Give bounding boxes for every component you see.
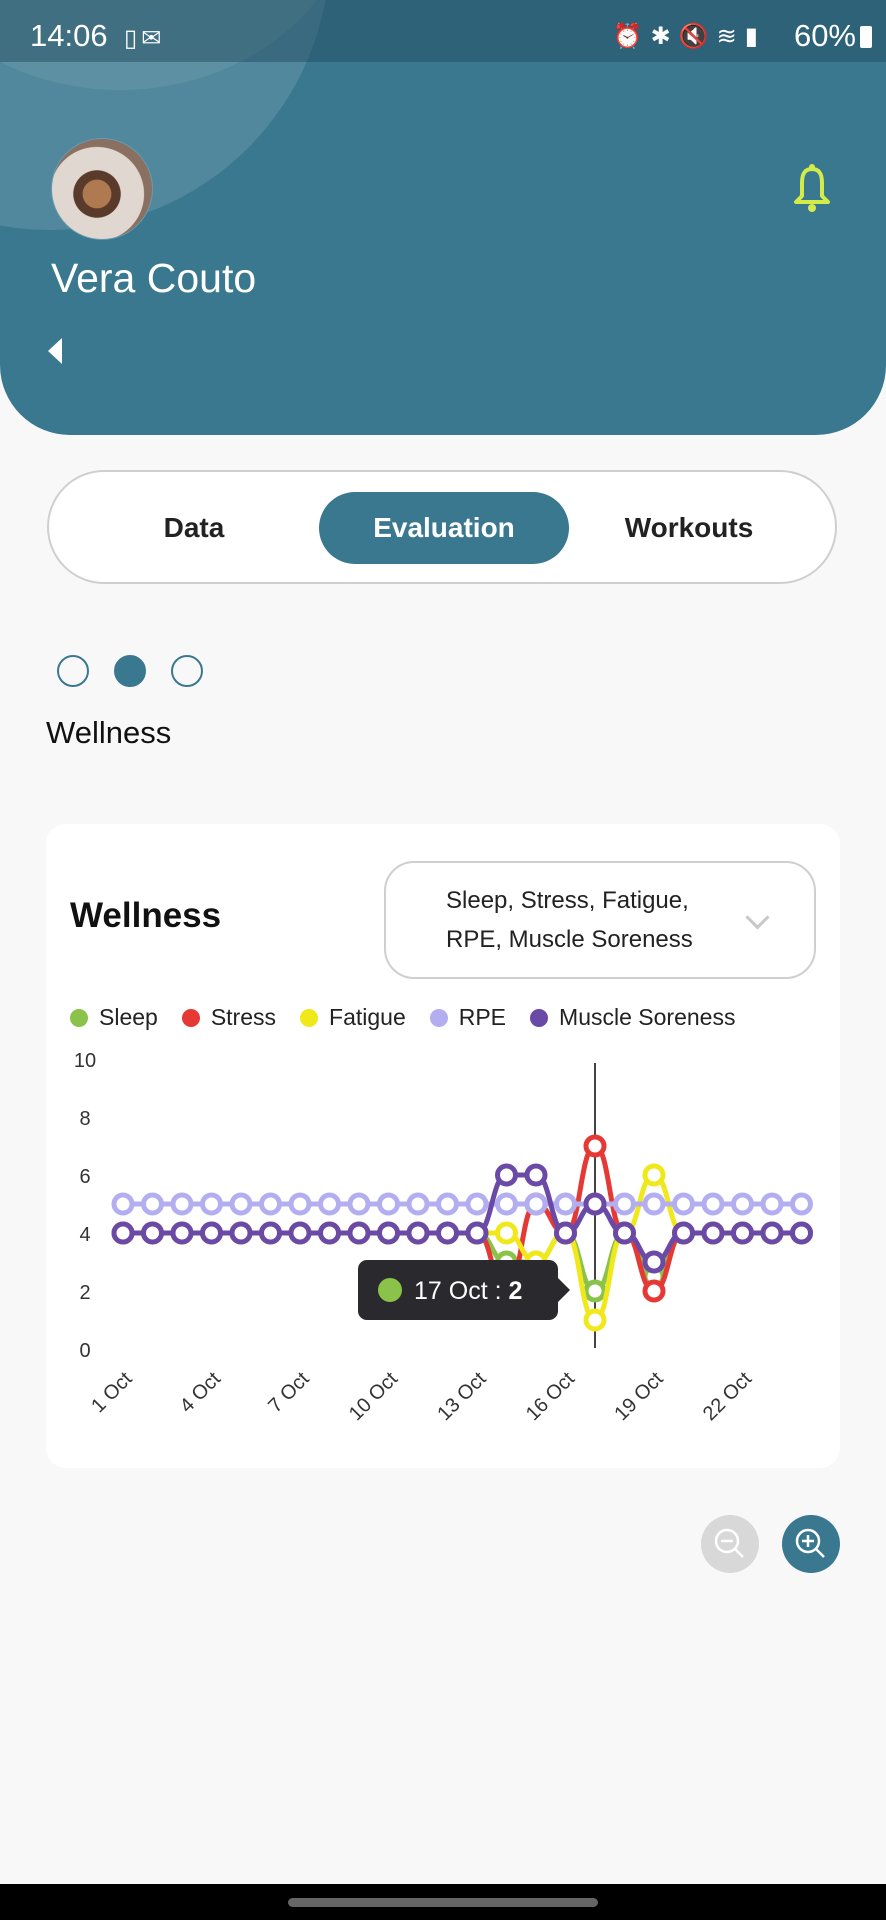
data-point [436, 1192, 459, 1216]
home-gesture-handle[interactable] [288, 1898, 598, 1907]
data-point [642, 1163, 666, 1187]
data-point [642, 1192, 666, 1216]
data-point [495, 1221, 518, 1245]
zoom-out-button[interactable] [701, 1515, 759, 1573]
data-point [642, 1279, 666, 1303]
y-tick-label: 0 [79, 1340, 90, 1362]
data-point [259, 1221, 282, 1245]
y-tick-label: 10 [74, 1050, 96, 1072]
data-point [318, 1221, 341, 1245]
system-nav-bar [0, 1884, 886, 1920]
data-point [229, 1192, 253, 1216]
y-tick-label: 8 [79, 1108, 90, 1130]
x-tick-label: 10 Oct [345, 1368, 403, 1426]
data-point [613, 1221, 636, 1245]
x-tick-label: 22 Oct [699, 1368, 757, 1426]
data-point [141, 1192, 164, 1216]
tooltip-text: 17 Oct : 2 [414, 1277, 522, 1305]
tooltip-color-dot [378, 1278, 402, 1302]
data-point [790, 1192, 813, 1216]
series-line-muscle-soreness [122, 1172, 802, 1265]
data-point [229, 1221, 253, 1245]
data-point [377, 1192, 400, 1216]
data-point [465, 1221, 489, 1245]
x-tick-label: 16 Oct [522, 1368, 580, 1426]
data-point [347, 1192, 371, 1216]
zoom-out-icon [714, 1528, 744, 1558]
y-tick-label: 6 [79, 1166, 90, 1188]
x-tick-label: 7 Oct [264, 1368, 314, 1418]
chart-tooltip: 17 Oct : 2 [358, 1260, 570, 1320]
data-point [288, 1192, 312, 1216]
y-tick-label: 4 [79, 1224, 90, 1246]
data-point [672, 1221, 695, 1245]
data-point [642, 1250, 666, 1274]
tooltip-pointer [558, 1278, 570, 1302]
data-point [701, 1192, 725, 1216]
data-point [554, 1192, 577, 1216]
data-point [583, 1192, 607, 1216]
data-point [495, 1192, 518, 1216]
tooltip-value: 2 [508, 1277, 522, 1305]
x-tick-label: 4 Oct [176, 1368, 226, 1418]
data-point [288, 1221, 312, 1245]
data-point [790, 1221, 813, 1245]
x-tick-label: 13 Oct [433, 1368, 491, 1426]
data-point [731, 1221, 754, 1245]
data-point [259, 1192, 282, 1216]
data-point [170, 1221, 194, 1245]
data-point [318, 1192, 341, 1216]
data-point [406, 1221, 430, 1245]
data-point [524, 1192, 548, 1216]
data-point [554, 1221, 577, 1245]
data-point [760, 1221, 784, 1245]
data-point [200, 1192, 223, 1216]
data-point [731, 1192, 754, 1216]
data-point [111, 1221, 135, 1245]
data-point [377, 1221, 400, 1245]
data-point [672, 1192, 695, 1216]
data-point [200, 1221, 223, 1245]
data-point [170, 1192, 194, 1216]
data-point [760, 1192, 784, 1216]
data-point [524, 1163, 548, 1187]
y-tick-label: 2 [79, 1282, 90, 1304]
x-tick-label: 1 Oct [87, 1368, 137, 1418]
data-point [465, 1192, 489, 1216]
x-tick-label: 19 Oct [610, 1368, 668, 1426]
data-point [141, 1221, 164, 1245]
data-point [347, 1221, 371, 1245]
zoom-in-button[interactable] [782, 1515, 840, 1573]
data-point [583, 1279, 607, 1303]
data-point [406, 1192, 430, 1216]
tooltip-date: 17 Oct : [414, 1277, 508, 1305]
data-point [495, 1163, 518, 1187]
data-point [583, 1308, 607, 1332]
data-point [701, 1221, 725, 1245]
wellness-chart: 0 2 4 6 8 10 1 Oct 4 Oct 7 Oct 10 Oct 13 Oct 16 Oct… [74, 1050, 813, 1426]
data-point [583, 1134, 607, 1158]
data-point [436, 1221, 459, 1245]
data-point [111, 1192, 135, 1216]
zoom-in-icon [795, 1528, 825, 1558]
data-point [613, 1192, 636, 1216]
